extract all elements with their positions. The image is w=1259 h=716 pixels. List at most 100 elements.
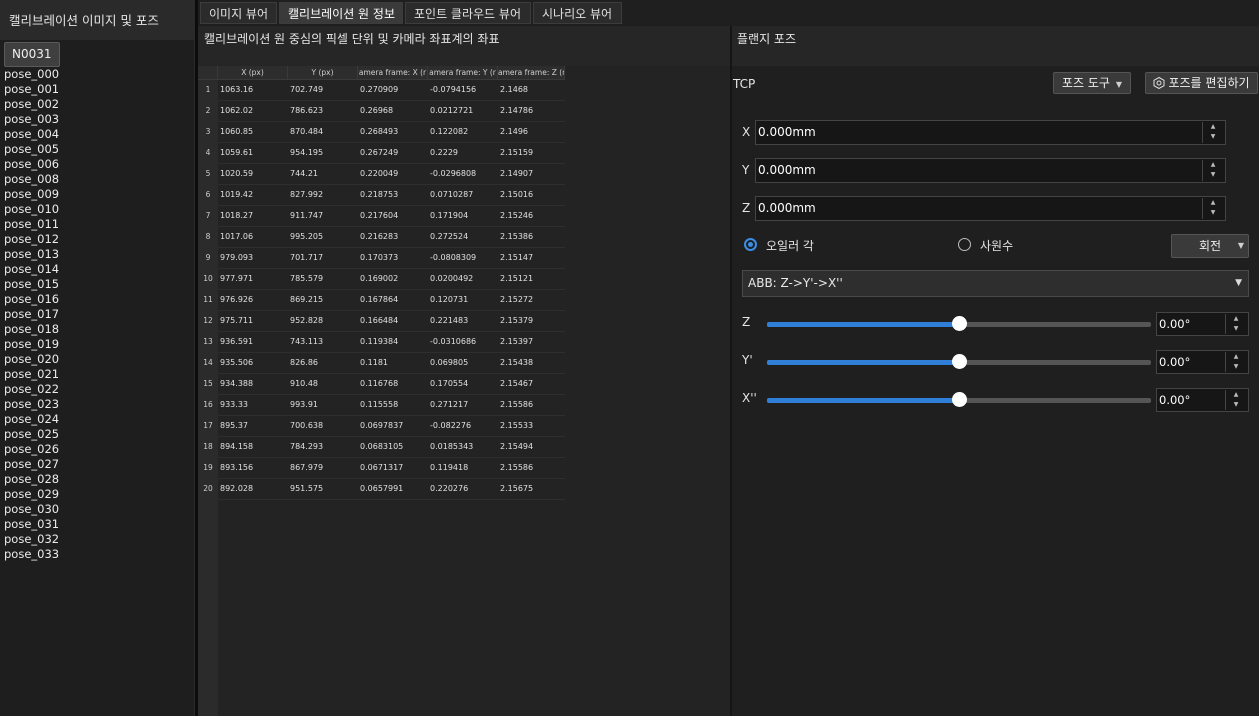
spin-down-icon[interactable]: ▼ — [1203, 170, 1223, 180]
euler-convention-select[interactable]: ABB: Z->Y'->X'' ▼ — [742, 270, 1249, 297]
slider-handle[interactable] — [952, 354, 967, 369]
column-header-x-px[interactable]: X (px) — [218, 66, 288, 79]
row-number[interactable]: 20 — [198, 479, 218, 500]
row-number[interactable]: 16 — [198, 395, 218, 416]
row-number[interactable]: 19 — [198, 458, 218, 479]
spin-down-icon[interactable]: ▼ — [1226, 362, 1246, 372]
table-row[interactable]: 6 1019.42 827.992 0.218753 0.0710287 2.15016 — [198, 185, 565, 206]
row-number[interactable]: 8 — [198, 227, 218, 248]
pose-list-item[interactable]: pose_014 — [4, 262, 59, 277]
pose-list-item[interactable]: pose_005 — [4, 142, 59, 157]
pose-list-item[interactable]: pose_003 — [4, 112, 59, 127]
table-row[interactable]: 15 934.388 910.48 0.116768 0.170554 2.15467 — [198, 374, 565, 395]
table-row[interactable]: 4 1059.61 954.195 0.267249 0.2229 2.15159 — [198, 143, 565, 164]
table-row[interactable]: 14 935.506 826.86 0.1181 0.069805 2.15438 — [198, 353, 565, 374]
spin-down-icon[interactable]: ▼ — [1203, 132, 1223, 142]
pose-list-item[interactable]: pose_021 — [4, 367, 59, 382]
row-number[interactable]: 10 — [198, 269, 218, 290]
y-field[interactable]: 0.000mm ▲ ▼ — [755, 158, 1226, 183]
pose-list-item[interactable]: pose_002 — [4, 97, 59, 112]
x-spinner[interactable]: ▲ ▼ — [1202, 122, 1223, 143]
row-number[interactable]: 2 — [198, 101, 218, 122]
pose-list-item[interactable]: pose_031 — [4, 517, 59, 532]
y-spinner[interactable]: ▲ ▼ — [1202, 160, 1223, 181]
pose-list-item[interactable]: pose_025 — [4, 427, 59, 442]
z-field[interactable]: 0.000mm ▲ ▼ — [755, 196, 1226, 221]
spin-up-icon[interactable]: ▲ — [1226, 314, 1246, 324]
tab-circle-info[interactable]: 캘리브레이션 원 정보 — [279, 2, 403, 24]
angle-field-z[interactable]: 0.00° ▲ ▼ — [1156, 312, 1249, 336]
rotation-slider-z[interactable] — [767, 316, 1151, 331]
table-row[interactable]: 11 976.926 869.215 0.167864 0.120731 2.15272 — [198, 290, 565, 311]
euler-radio[interactable] — [744, 238, 757, 251]
spin-down-icon[interactable]: ▼ — [1203, 208, 1223, 218]
row-number[interactable]: 15 — [198, 374, 218, 395]
pose-group-item[interactable]: N0031 — [4, 42, 60, 67]
edit-pose-button[interactable]: 포즈를 편집하기 — [1145, 72, 1258, 94]
pose-list-item[interactable]: pose_010 — [4, 202, 59, 217]
table-row[interactable]: 1 1063.16 702.749 0.270909 -0.0794156 2.1468 — [198, 80, 565, 101]
column-header-cam-y[interactable]: amera frame: Y (r — [428, 66, 498, 79]
angle-spinner[interactable]: ▲ ▼ — [1225, 390, 1246, 410]
spin-down-icon[interactable]: ▼ — [1226, 324, 1246, 334]
table-row[interactable]: 17 895.37 700.638 0.0697837 -0.082276 2.15533 — [198, 416, 565, 437]
pose-tool-dropdown[interactable]: 포즈 도구 ▼ — [1053, 72, 1131, 94]
table-row[interactable]: 10 977.971 785.579 0.169002 0.0200492 2.15121 — [198, 269, 565, 290]
row-number[interactable]: 5 — [198, 164, 218, 185]
table-row[interactable]: 7 1018.27 911.747 0.217604 0.171904 2.15246 — [198, 206, 565, 227]
pose-list-item[interactable]: pose_024 — [4, 412, 59, 427]
table-row[interactable]: 8 1017.06 995.205 0.216283 0.272524 2.15386 — [198, 227, 565, 248]
row-number[interactable]: 3 — [198, 122, 218, 143]
pose-list-item[interactable]: pose_006 — [4, 157, 59, 172]
table-row[interactable]: 19 893.156 867.979 0.0671317 0.119418 2.15586 — [198, 458, 565, 479]
pose-list-item[interactable]: pose_028 — [4, 472, 59, 487]
pose-list-item[interactable]: pose_016 — [4, 292, 59, 307]
pose-list-item[interactable]: pose_009 — [4, 187, 59, 202]
spin-up-icon[interactable]: ▲ — [1226, 390, 1246, 400]
spin-up-icon[interactable]: ▲ — [1203, 198, 1223, 208]
pose-list-item[interactable]: pose_032 — [4, 532, 59, 547]
row-number[interactable]: 9 — [198, 248, 218, 269]
slider-handle[interactable] — [952, 392, 967, 407]
rotation-slider-x-double-prime[interactable] — [767, 392, 1151, 407]
spin-down-icon[interactable]: ▼ — [1226, 400, 1246, 410]
x-field[interactable]: 0.000mm ▲ ▼ — [755, 120, 1226, 145]
angle-spinner[interactable]: ▲ ▼ — [1225, 352, 1246, 372]
table-row[interactable]: 2 1062.02 786.623 0.26968 0.0212721 2.14786 — [198, 101, 565, 122]
table-row[interactable]: 12 975.711 952.828 0.166484 0.221483 2.15379 — [198, 311, 565, 332]
pose-list-item[interactable]: pose_033 — [4, 547, 59, 562]
slider-handle[interactable] — [952, 316, 967, 331]
pose-list-item[interactable]: pose_019 — [4, 337, 59, 352]
table-row[interactable]: 20 892.028 951.575 0.0657991 0.220276 2.15675 — [198, 479, 565, 500]
row-number[interactable]: 17 — [198, 416, 218, 437]
pose-list-item[interactable]: pose_027 — [4, 457, 59, 472]
pose-list-item[interactable]: pose_000 — [4, 67, 59, 82]
column-header-y-px[interactable]: Y (px) — [288, 66, 358, 79]
row-number[interactable]: 4 — [198, 143, 218, 164]
table-row[interactable]: 18 894.158 784.293 0.0683105 0.0185343 2.1549… — [198, 437, 565, 458]
tab-point-cloud-viewer[interactable]: 포인트 클라우드 뷰어 — [405, 2, 531, 24]
row-number[interactable]: 18 — [198, 437, 218, 458]
pose-list-item[interactable]: pose_015 — [4, 277, 59, 292]
quaternion-radio[interactable] — [958, 238, 971, 251]
tab-scenario-viewer[interactable]: 시나리오 뷰어 — [533, 2, 622, 24]
pose-list-item[interactable]: pose_017 — [4, 307, 59, 322]
row-number[interactable]: 1 — [198, 80, 218, 101]
angle-spinner[interactable]: ▲ ▼ — [1225, 314, 1246, 334]
pose-list-item[interactable]: pose_022 — [4, 382, 59, 397]
column-header-cam-z[interactable]: amera frame: Z (r — [498, 66, 565, 79]
row-number[interactable]: 13 — [198, 332, 218, 353]
row-number[interactable]: 12 — [198, 311, 218, 332]
table-row[interactable]: 9 979.093 701.717 0.170373 -0.0808309 2.15147 — [198, 248, 565, 269]
pose-list-item[interactable]: pose_030 — [4, 502, 59, 517]
spin-up-icon[interactable]: ▲ — [1203, 160, 1223, 170]
row-number[interactable]: 6 — [198, 185, 218, 206]
pose-list-item[interactable]: pose_001 — [4, 82, 59, 97]
column-header-cam-x[interactable]: amera frame: X (r — [358, 66, 428, 79]
pose-list-item[interactable]: pose_018 — [4, 322, 59, 337]
pose-list-item[interactable]: pose_011 — [4, 217, 59, 232]
pose-list-item[interactable]: pose_012 — [4, 232, 59, 247]
rotate-dropdown[interactable]: 회전 ▼ — [1171, 234, 1249, 258]
spin-up-icon[interactable]: ▲ — [1226, 352, 1246, 362]
row-number[interactable]: 11 — [198, 290, 218, 311]
